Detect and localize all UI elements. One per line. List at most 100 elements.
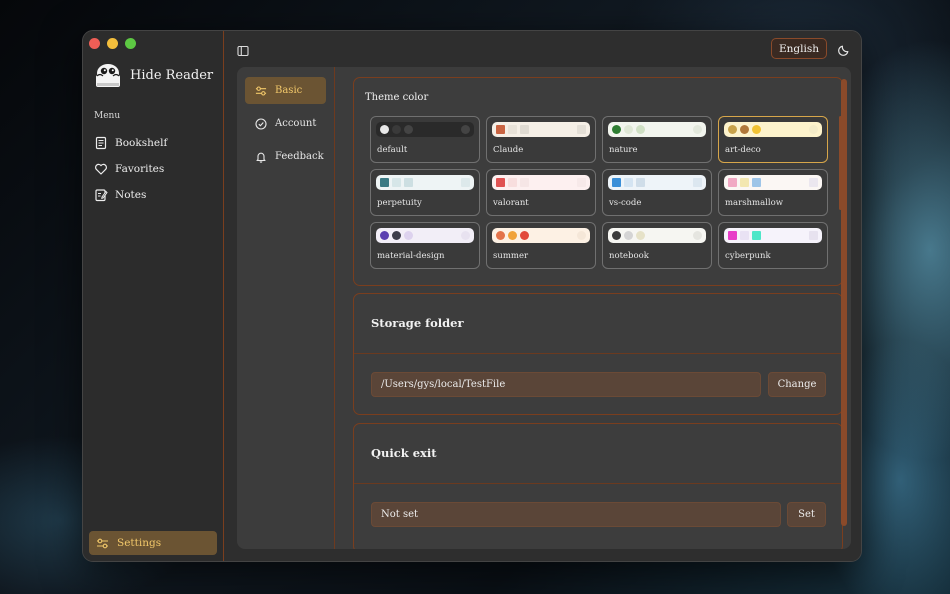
app-logo-icon — [94, 61, 122, 89]
theme-color-mark — [496, 231, 505, 240]
theme-preview-bar — [724, 228, 822, 243]
storage-path-field[interactable]: /Users/gys/local/TestFile — [371, 372, 761, 397]
sidebar-item-label: Bookshelf — [115, 137, 168, 149]
theme-color-mark — [693, 231, 702, 240]
subnav-label: Feedback — [275, 151, 324, 162]
theme-color-mark — [636, 231, 645, 240]
theme-color-mark — [612, 178, 621, 187]
sidebar-item-label: Favorites — [115, 163, 165, 175]
theme-color-mark — [728, 178, 737, 187]
theme-preview-bar — [608, 175, 706, 190]
theme-color-mark — [404, 178, 413, 187]
theme-option-label: art-deco — [725, 145, 761, 155]
theme-color-mark — [809, 125, 818, 134]
theme-preview-bar — [376, 228, 474, 243]
close-window-button[interactable] — [89, 38, 100, 49]
menu-label: Menu — [94, 111, 121, 121]
sidebar-item-settings[interactable]: Settings — [89, 531, 217, 555]
dark-mode-toggle[interactable] — [838, 41, 851, 60]
theme-option-label: Claude — [493, 145, 524, 155]
sidebar-toggle-icon — [237, 45, 249, 57]
settings-label: Settings — [117, 537, 162, 549]
theme-color-mark — [520, 178, 529, 187]
theme-option-material-design[interactable]: material-design — [370, 222, 480, 269]
theme-color-mark — [740, 231, 749, 240]
theme-color-mark — [392, 178, 401, 187]
app-name: Hide Reader — [130, 67, 214, 83]
theme-color-mark — [809, 231, 818, 240]
theme-option-nature[interactable]: nature — [602, 116, 712, 163]
theme-option-default[interactable]: default — [370, 116, 480, 163]
sidebar-item-notes[interactable]: Notes — [94, 182, 217, 208]
theme-color-mark — [612, 231, 621, 240]
theme-preview-bar — [492, 175, 590, 190]
theme-option-marshmallow[interactable]: marshmallow — [718, 169, 828, 216]
theme-color-mark — [404, 231, 413, 240]
theme-color-mark — [392, 125, 401, 134]
theme-option-label: marshmallow — [725, 198, 783, 208]
theme-color-mark — [809, 178, 818, 187]
language-button[interactable]: English — [770, 38, 827, 59]
theme-option-label: cyberpunk — [725, 251, 771, 261]
heart-icon — [95, 163, 107, 175]
content-scrollbar[interactable] — [841, 79, 847, 526]
sliders-icon — [255, 86, 267, 95]
theme-option-label: notebook — [609, 251, 649, 261]
sidebar-nav: Bookshelf Favorites Notes — [94, 130, 217, 208]
settings-panel: Basic Account Feedback Theme color defau… — [237, 67, 851, 549]
theme-color-mark — [577, 231, 586, 240]
sidebar-item-bookshelf[interactable]: Bookshelf — [94, 130, 217, 156]
theme-option-notebook[interactable]: notebook — [602, 222, 712, 269]
quick-exit-field[interactable]: Not set — [371, 502, 781, 527]
theme-color-mark — [693, 178, 702, 187]
theme-color-mark — [380, 231, 389, 240]
zoom-window-button[interactable] — [125, 38, 136, 49]
theme-option-cyberpunk[interactable]: cyberpunk — [718, 222, 828, 269]
theme-grid: default Claude nature art-deco perpetuity val… — [370, 116, 828, 269]
settings-content: Theme color default Claude nature art-deco p… — [353, 77, 843, 549]
theme-option-vs-code[interactable]: vs-code — [602, 169, 712, 216]
sidebar-toggle-button[interactable] — [237, 42, 249, 61]
subnav-account[interactable]: Account — [245, 110, 326, 137]
theme-color-mark — [624, 178, 633, 187]
theme-option-summer[interactable]: summer — [486, 222, 596, 269]
theme-color-mark — [380, 125, 389, 134]
theme-color-mark — [577, 178, 586, 187]
quick-exit-title: Quick exit — [371, 446, 437, 460]
theme-color-title: Theme color — [365, 92, 429, 103]
theme-color-mark — [636, 125, 645, 134]
theme-preview-bar — [492, 122, 590, 137]
main-area: English Basic Account Feedback Theme col… — [225, 31, 861, 561]
settings-subnav: Basic Account Feedback — [237, 67, 335, 549]
theme-option-valorant[interactable]: valorant — [486, 169, 596, 216]
theme-color-mark — [508, 125, 517, 134]
theme-option-label: default — [377, 145, 408, 155]
minimize-window-button[interactable] — [107, 38, 118, 49]
theme-color-mark — [392, 231, 401, 240]
theme-color-mark — [520, 125, 529, 134]
theme-option-label: summer — [493, 251, 529, 261]
theme-preview-bar — [724, 175, 822, 190]
theme-color-mark — [752, 231, 761, 240]
sidebar-item-favorites[interactable]: Favorites — [94, 156, 217, 182]
window-controls — [89, 38, 136, 49]
storage-folder-card: Storage folder /Users/gys/local/TestFile… — [353, 293, 843, 415]
quick-exit-card: Quick exit Not set Set — [353, 423, 843, 549]
moon-icon — [838, 45, 849, 56]
subnav-label: Basic — [275, 85, 303, 96]
subnav-basic[interactable]: Basic — [245, 77, 326, 104]
subnav-feedback[interactable]: Feedback — [245, 143, 326, 170]
theme-preview-bar — [376, 122, 474, 137]
change-folder-button[interactable]: Change — [768, 372, 826, 397]
theme-option-label: vs-code — [609, 198, 642, 208]
book-icon — [95, 136, 107, 150]
theme-option-perpetuity[interactable]: perpetuity — [370, 169, 480, 216]
set-quick-exit-button[interactable]: Set — [787, 502, 826, 527]
theme-color-mark — [752, 178, 761, 187]
theme-option-claude[interactable]: Claude — [486, 116, 596, 163]
theme-color-mark — [461, 125, 470, 134]
theme-preview-bar — [608, 228, 706, 243]
theme-option-art-deco[interactable]: art-deco — [718, 116, 828, 163]
theme-option-label: valorant — [493, 198, 529, 208]
theme-color-mark — [520, 231, 529, 240]
